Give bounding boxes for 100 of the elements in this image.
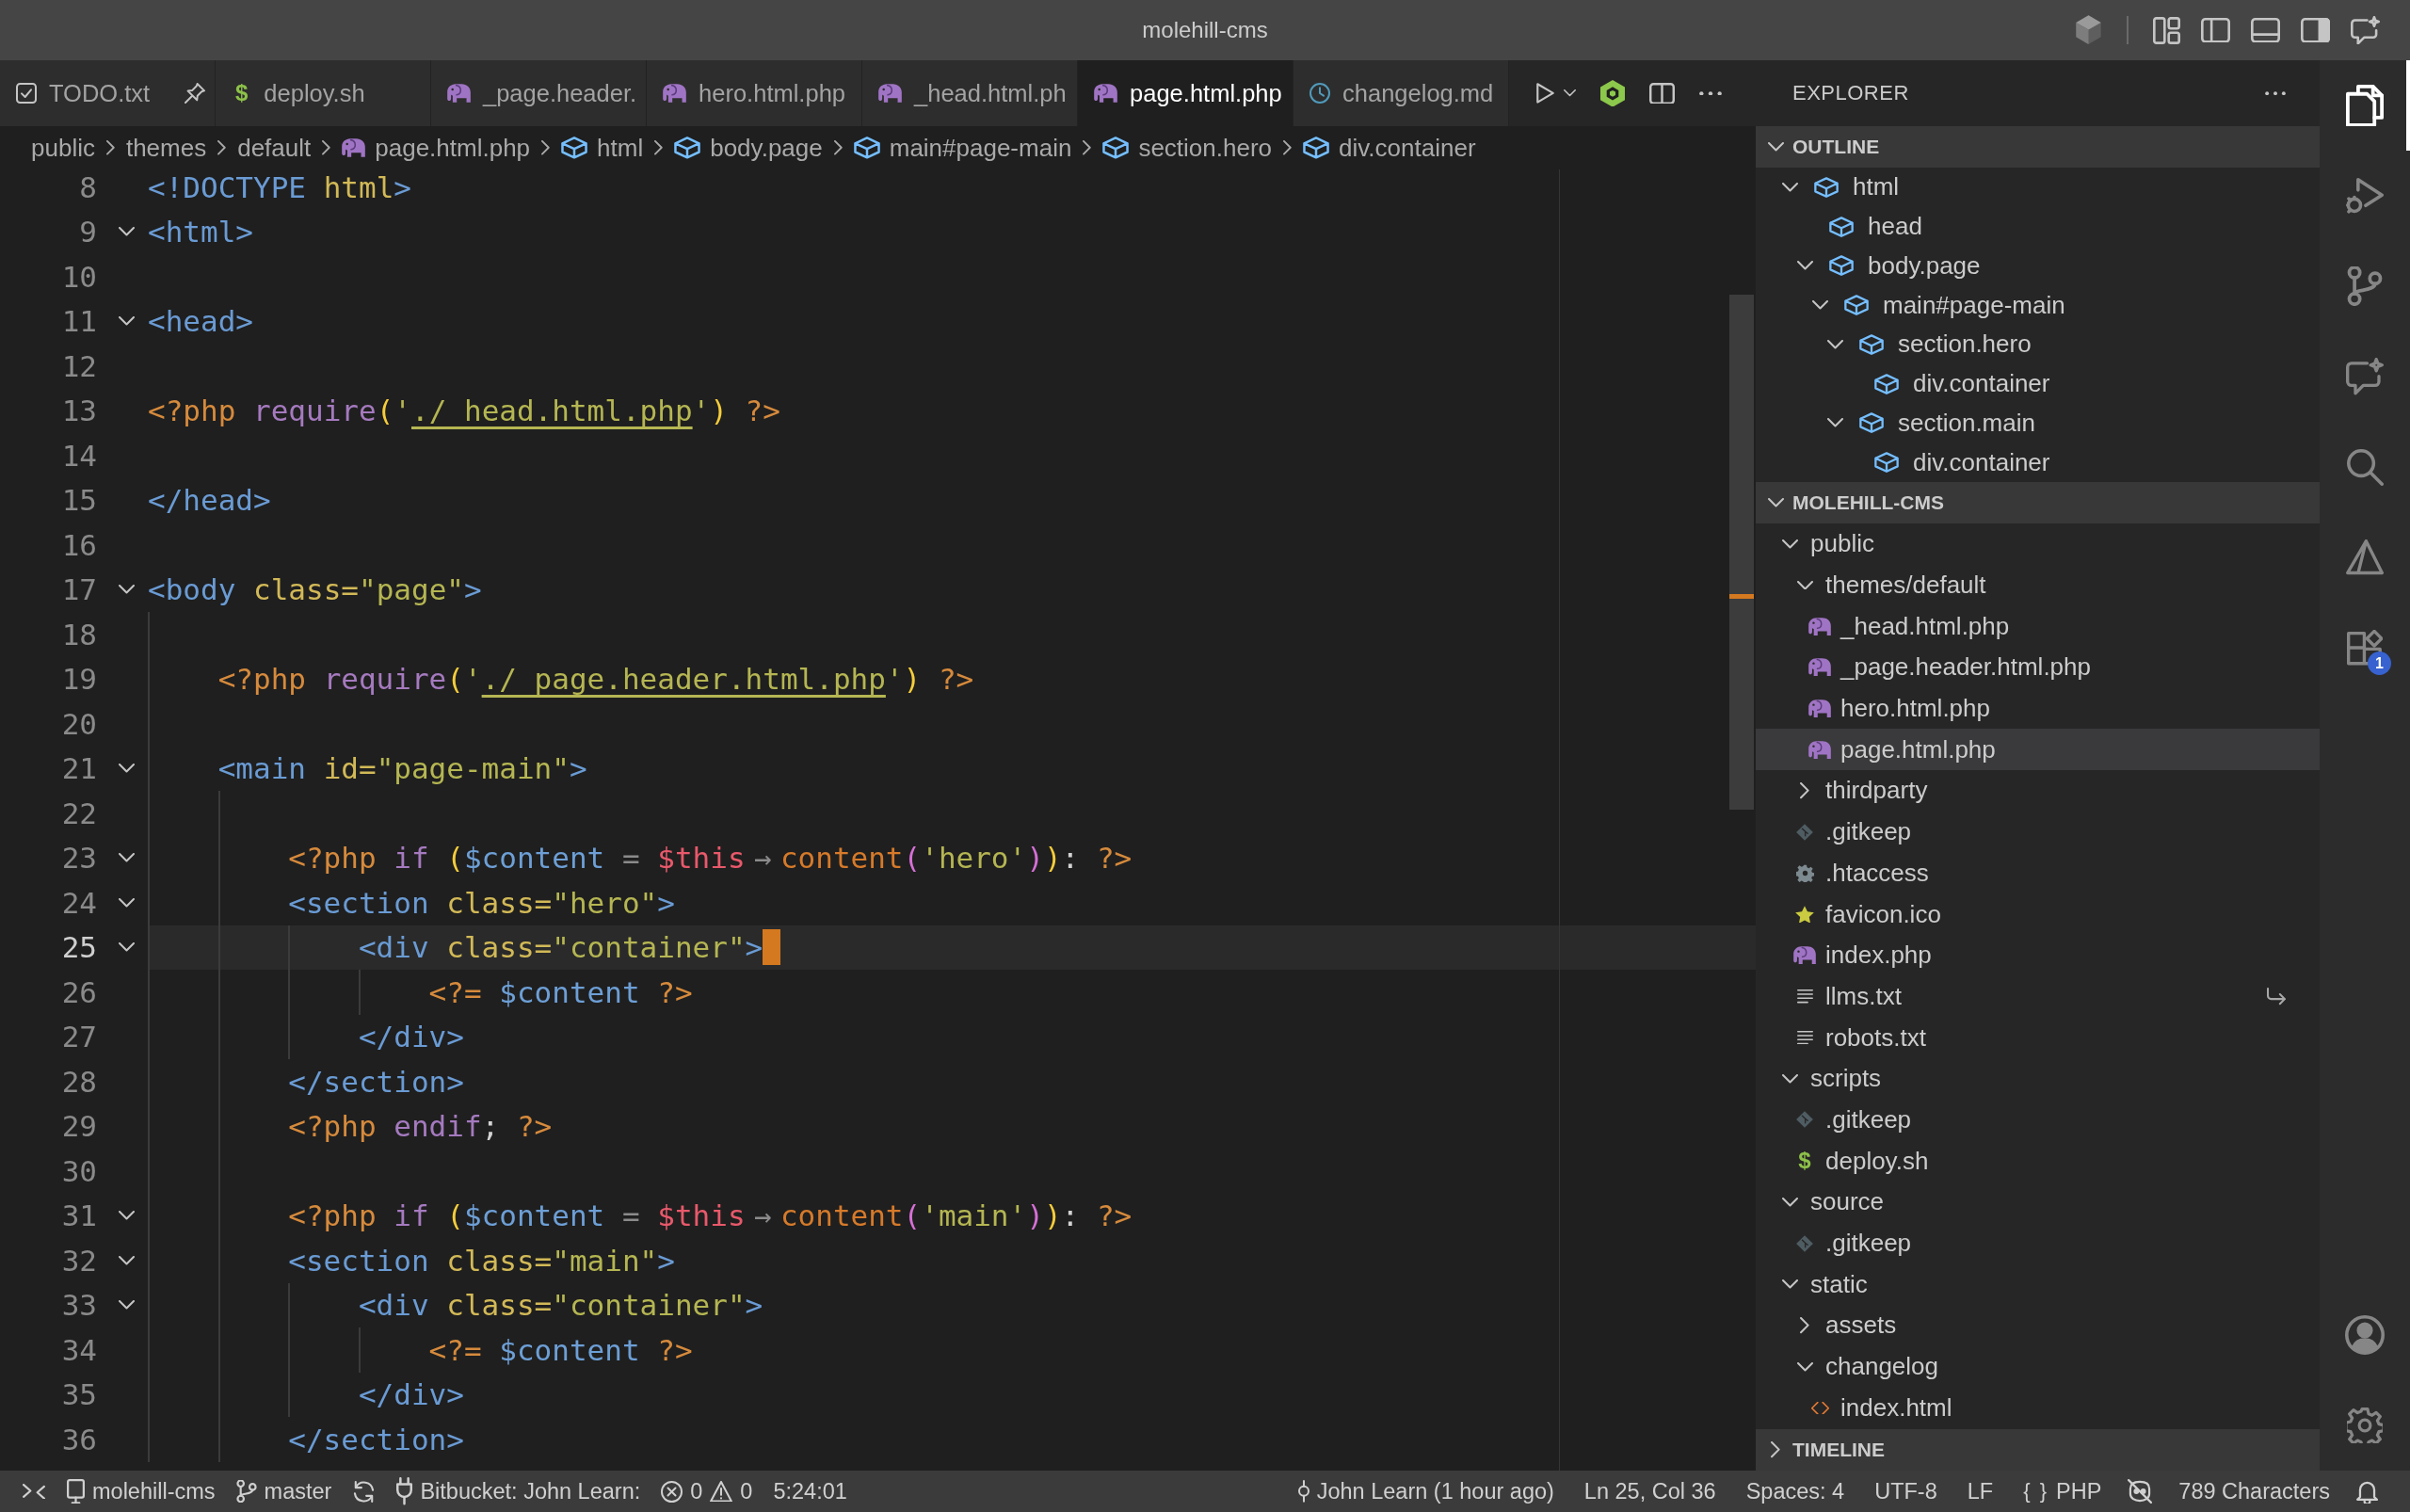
file-item[interactable]: robots.txt: [1756, 1017, 2320, 1058]
status-item[interactable]: UTF-8: [1859, 1471, 1952, 1512]
status-item[interactable]: Bitbucket: John Learn:: [386, 1471, 651, 1512]
status-item[interactable]: Ln 25, Col 36: [1568, 1471, 1731, 1512]
chevron-down-icon[interactable]: [118, 1255, 135, 1265]
status-item[interactable]: 0 0: [651, 1471, 763, 1512]
chevron-down-icon[interactable]: [118, 1300, 135, 1311]
file-item[interactable]: llms.txt: [1756, 975, 2320, 1018]
pin-icon[interactable]: [185, 83, 205, 104]
breadcrumb-item[interactable]: public: [31, 133, 95, 163]
chevron-down-icon[interactable]: [1826, 418, 1843, 428]
chat-sparkle-icon[interactable]: [2351, 15, 2380, 45]
play-icon[interactable]: [1536, 83, 1554, 104]
chevron-down-icon[interactable]: [1781, 1197, 1798, 1207]
status-item[interactable]: Spaces: 4: [1730, 1471, 1860, 1512]
remote-icon[interactable]: [23, 1483, 45, 1500]
folder-item[interactable]: assets: [1756, 1305, 2320, 1346]
file-item[interactable]: hero.html.php: [1756, 687, 2320, 730]
editor-tab[interactable]: $ deploy.sh: [216, 60, 431, 126]
editor-tab[interactable]: changelog.md: [1293, 60, 1510, 126]
chevron-down-icon[interactable]: [118, 942, 135, 953]
robot-slash-icon[interactable]: [2128, 1479, 2153, 1504]
chevron-right-icon[interactable]: [1800, 782, 1809, 799]
outline-item[interactable]: section.hero: [1756, 325, 2320, 364]
chevron-down-icon[interactable]: [118, 316, 135, 327]
editor-tab[interactable]: hero.html.php: [647, 60, 863, 126]
chevron-down-icon[interactable]: [118, 897, 135, 908]
status-item[interactable]: John Learn (1 hour ago): [1282, 1471, 1569, 1512]
chevron-right-icon[interactable]: [1800, 1317, 1809, 1334]
scrollbar-thumb[interactable]: [1729, 295, 1754, 810]
breadcrumb-item[interactable]: div.container: [1303, 133, 1476, 163]
folder-item[interactable]: scripts: [1756, 1057, 2320, 1100]
chevron-down-icon[interactable]: [1781, 539, 1798, 549]
sidebar-right-icon[interactable]: [2301, 17, 2330, 43]
panel-bottom-icon[interactable]: [2251, 17, 2280, 43]
outline-item[interactable]: head: [1756, 206, 2320, 247]
folder-item[interactable]: source: [1756, 1182, 2320, 1223]
file-item[interactable]: $ deploy.sh: [1756, 1140, 2320, 1182]
layout-icon[interactable]: [2153, 16, 2180, 44]
file-item[interactable]: index.php: [1756, 934, 2320, 976]
outline-item[interactable]: section.main: [1756, 403, 2320, 443]
shaded-cube-icon[interactable]: [2075, 15, 2102, 45]
file-item[interactable]: .gitkeep: [1756, 1222, 2320, 1264]
folder-item[interactable]: changelog: [1756, 1345, 2320, 1388]
editor-tab[interactable]: _head.html.ph: [862, 60, 1079, 126]
hexagon-icon[interactable]: [1600, 79, 1625, 107]
status-item[interactable]: { } PHP: [2008, 1471, 2117, 1512]
status-item[interactable]: master: [225, 1471, 343, 1512]
outline-item[interactable]: div.container: [1756, 363, 2320, 404]
breadcrumb-item[interactable]: html: [561, 133, 644, 163]
section-header[interactable]: MOLEHILL-CMS: [1756, 482, 2320, 523]
file-item[interactable]: .gitkeep: [1756, 1099, 2320, 1141]
sync-icon[interactable]: [353, 1480, 376, 1503]
folder-item[interactable]: public: [1756, 523, 2320, 565]
breadcrumb-item[interactable]: page.html.php: [342, 133, 531, 163]
chevron-down-icon[interactable]: [1564, 89, 1576, 97]
breadcrumb-item[interactable]: main#page-main: [853, 133, 1072, 163]
more-icon[interactable]: [2265, 90, 2286, 96]
outline-item[interactable]: html: [1756, 168, 2320, 207]
breadcrumb-item[interactable]: section.hero: [1102, 133, 1273, 163]
chevron-down-icon[interactable]: [118, 227, 135, 237]
chevron-down-icon[interactable]: [1796, 1361, 1813, 1372]
file-item[interactable]: page.html.php: [1756, 729, 2320, 771]
more-icon[interactable]: [1699, 90, 1722, 96]
editor-tab[interactable]: page.html.php: [1078, 60, 1294, 126]
chevron-down-icon[interactable]: [118, 585, 135, 595]
chevron-down-icon[interactable]: [1796, 261, 1813, 271]
file-item[interactable]: _page.header.html.php: [1756, 647, 2320, 688]
chevron-down-icon[interactable]: [1781, 182, 1798, 192]
chevron-down-icon[interactable]: [1811, 300, 1828, 311]
folder-item[interactable]: static: [1756, 1263, 2320, 1306]
folder-item[interactable]: themes/default: [1756, 564, 2320, 606]
breadcrumb-item[interactable]: themes: [125, 133, 207, 163]
file-item[interactable]: favicon.ico: [1756, 893, 2320, 935]
chevron-down-icon[interactable]: [118, 764, 135, 774]
status-item[interactable]: 5:24:01: [763, 1471, 858, 1512]
outline-item[interactable]: div.container: [1756, 442, 2320, 482]
outline-item[interactable]: main#page-main: [1756, 285, 2320, 325]
activity-button[interactable]: 1: [2320, 603, 2410, 693]
status-item[interactable]: molehill-cms: [56, 1471, 226, 1512]
chevron-down-icon[interactable]: [1826, 339, 1843, 349]
editor-tab[interactable]: TODO.txt: [0, 60, 216, 126]
chevron-down-icon[interactable]: [1781, 1279, 1798, 1290]
file-item[interactable]: _head.html.php: [1756, 605, 2320, 648]
folder-item[interactable]: thirdparty: [1756, 770, 2320, 812]
chevron-down-icon[interactable]: [1796, 580, 1813, 590]
breadcrumb-item[interactable]: body.page: [674, 133, 823, 163]
file-item[interactable]: index.html: [1756, 1387, 2320, 1429]
editor-tab[interactable]: _page.header.: [431, 60, 648, 126]
chevron-down-icon[interactable]: [1781, 1073, 1798, 1084]
file-item[interactable]: .htaccess: [1756, 852, 2320, 894]
chevron-down-icon[interactable]: [118, 853, 135, 863]
split-editor-icon[interactable]: [1649, 82, 1675, 105]
chevron-down-icon[interactable]: [118, 1211, 135, 1221]
sidebar-left-icon[interactable]: [2201, 17, 2230, 43]
section-header[interactable]: OUTLINE: [1756, 126, 2320, 168]
outline-item[interactable]: body.page: [1756, 246, 2320, 286]
status-item[interactable]: 789 Characters: [2163, 1471, 2345, 1512]
file-item[interactable]: .gitkeep: [1756, 811, 2320, 853]
breadcrumb-item[interactable]: default: [237, 133, 312, 163]
